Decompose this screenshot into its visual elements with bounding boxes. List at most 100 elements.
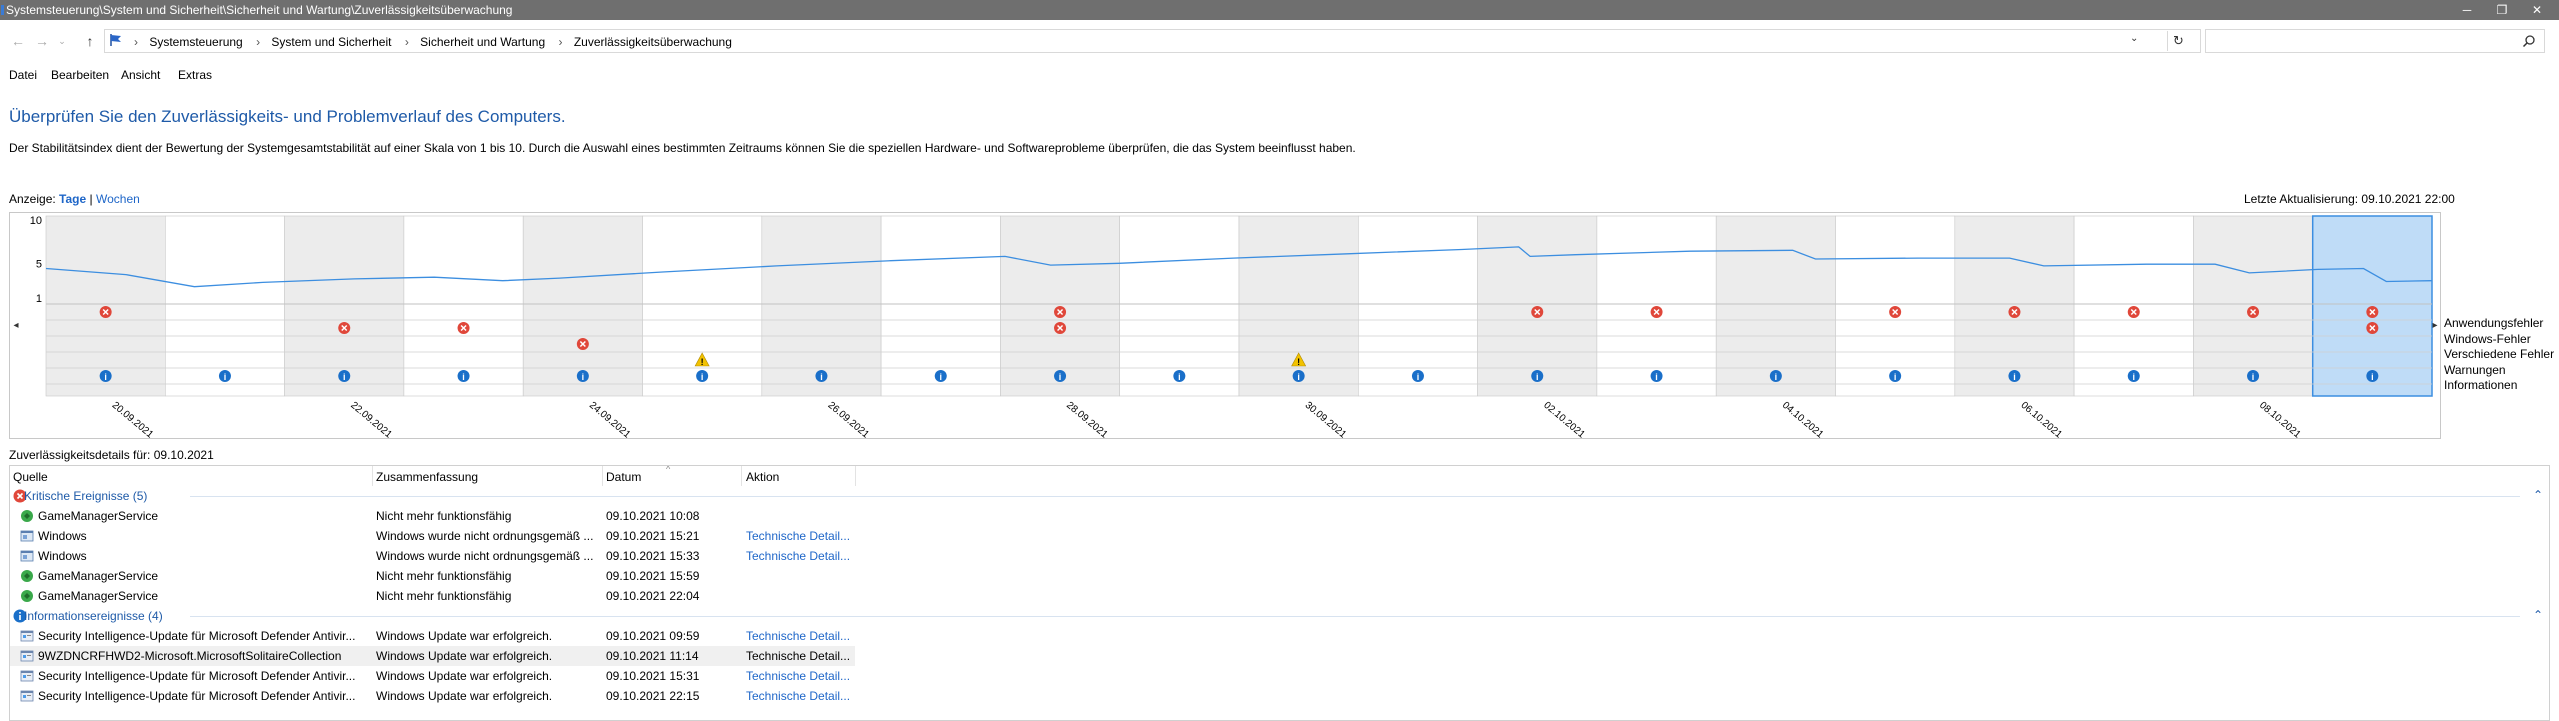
- menu-bar: Datei Bearbeiten Ansicht Extras: [0, 66, 2559, 86]
- view-weeks-link[interactable]: Wochen: [96, 192, 140, 206]
- column-header-aktion[interactable]: Aktion: [746, 470, 779, 484]
- legend-informationen: Informationen: [2444, 378, 2518, 392]
- recent-dropdown-icon[interactable]: ⌄: [52, 31, 72, 51]
- table-row[interactable]: Security Intelligence-Update für Microso…: [10, 666, 2549, 686]
- table-row[interactable]: Windows Windows wurde nicht ordnungsgemäß…: [10, 526, 2549, 546]
- chart-day-column[interactable]: [1238, 215, 1359, 397]
- event-group-label[interactable]: Kritische Ereignisse (5): [24, 489, 147, 503]
- cell-source: Security Intelligence-Update für Microso…: [38, 669, 356, 683]
- chart-day-column[interactable]: [165, 215, 285, 397]
- windows-icon: [20, 549, 34, 563]
- collapse-chevron-icon[interactable]: ⌃: [2533, 608, 2543, 622]
- address-dropdown-icon[interactable]: ⌄: [2130, 33, 2138, 44]
- cell-summary: Windows Update war erfolgreich.: [376, 649, 553, 663]
- info-mark: i: [1775, 372, 1778, 382]
- chart-day-column[interactable]: [403, 215, 524, 397]
- table-row[interactable]: Security Intelligence-Update für Microso…: [10, 686, 2549, 706]
- info-mark: i: [1417, 372, 1420, 382]
- table-header: Quelle Zusammenfassung ^ Datum Aktion: [10, 466, 2549, 486]
- technical-details-link[interactable]: Technische Detail...: [746, 649, 854, 663]
- cell-summary: Windows wurde nicht ordnungsgemäß ...: [376, 529, 594, 543]
- cell-source: 9WZDNCRFHWD2-Microsoft.MicrosoftSolitair…: [38, 649, 342, 663]
- update-icon: [20, 669, 34, 683]
- column-header-quelle[interactable]: Quelle: [13, 470, 48, 484]
- back-arrow-icon[interactable]: ←: [8, 31, 28, 51]
- cell-summary: Windows Update war erfolgreich.: [376, 669, 553, 683]
- breadcrumb-separator-icon[interactable]: ›: [405, 35, 409, 49]
- x-tick-label: 28.09.2021: [1064, 400, 1110, 441]
- gamemanager-icon: [20, 569, 34, 583]
- flag-icon: [110, 34, 121, 46]
- event-group-header[interactable]: Informationsereignisse (4) ⌃: [10, 606, 2549, 626]
- table-row[interactable]: Windows Windows wurde nicht ordnungsgemäß…: [10, 546, 2549, 566]
- breadcrumb-separator-icon[interactable]: ›: [256, 35, 260, 49]
- menu-bearbeiten[interactable]: Bearbeiten: [51, 68, 109, 82]
- technical-details-link[interactable]: Technische Detail...: [746, 529, 854, 543]
- close-button[interactable]: ✕: [2514, 0, 2559, 20]
- technical-details-link[interactable]: Technische Detail...: [746, 669, 854, 683]
- chart-day-column[interactable]: [522, 215, 643, 397]
- x-tick-label: 02.10.2021: [1541, 400, 1587, 441]
- table-row[interactable]: Security Intelligence-Update für Microso…: [10, 626, 2549, 646]
- cell-source: GameManagerService: [38, 509, 159, 523]
- breadcrumb-item-systemsteuerung[interactable]: Systemsteuerung: [149, 35, 242, 49]
- menu-ansicht[interactable]: Ansicht: [121, 68, 160, 82]
- breadcrumb-item-sicherheit-und-wartung[interactable]: Sicherheit und Wartung: [420, 35, 545, 49]
- cell-source: Security Intelligence-Update für Microso…: [38, 689, 356, 703]
- technical-details-link[interactable]: Technische Detail...: [746, 549, 854, 563]
- technical-details-link[interactable]: Technische Detail...: [746, 629, 854, 643]
- x-tick-label: 20.09.2021: [110, 400, 156, 441]
- x-tick-label: 22.09.2021: [348, 400, 394, 441]
- event-group-label[interactable]: Informationsereignisse (4): [24, 609, 163, 623]
- column-header-zusammenfassung[interactable]: Zusammenfassung: [376, 470, 478, 484]
- forward-arrow-icon[interactable]: →: [32, 31, 52, 51]
- menu-extras[interactable]: Extras: [178, 68, 212, 82]
- column-header-datum[interactable]: Datum: [606, 470, 641, 484]
- cell-source: GameManagerService: [38, 589, 159, 603]
- table-row[interactable]: GameManagerService Nicht mehr funktionsfä…: [10, 586, 2549, 606]
- x-tick-label: 24.09.2021: [587, 400, 633, 441]
- up-arrow-icon[interactable]: ↑: [80, 31, 100, 51]
- chart-day-column[interactable]: [642, 215, 763, 397]
- update-icon: [20, 649, 34, 663]
- column-divider[interactable]: [372, 466, 373, 486]
- breadcrumb: › Systemsteuerung › System und Sicherhei…: [128, 35, 736, 49]
- collapse-chevron-icon[interactable]: ⌃: [2533, 488, 2543, 502]
- scroll-right-icon[interactable]: ▸: [2432, 320, 2437, 331]
- chart-day-column[interactable]: [284, 215, 405, 397]
- view-separator: |: [89, 192, 93, 206]
- chart-day-column[interactable]: [880, 215, 1001, 397]
- view-days-link[interactable]: Tage: [59, 192, 86, 206]
- table-row[interactable]: GameManagerService Nicht mehr funktionsfä…: [10, 506, 2549, 526]
- menu-datei[interactable]: Datei: [9, 68, 37, 82]
- chart-day-column[interactable]: [1358, 215, 1478, 397]
- breadcrumb-item-system-und-sicherheit[interactable]: System und Sicherheit: [271, 35, 391, 49]
- update-icon: [20, 689, 34, 703]
- column-divider[interactable]: [741, 466, 742, 486]
- table-row[interactable]: GameManagerService Nicht mehr funktionsfä…: [10, 566, 2549, 586]
- technical-details-link[interactable]: Technische Detail...: [746, 689, 854, 703]
- search-icon[interactable]: [2522, 34, 2536, 48]
- breadcrumb-item-zuverlaessigkeit[interactable]: Zuverlässigkeitsüberwachung: [574, 35, 732, 49]
- event-group-header[interactable]: Kritische Ereignisse (5) ⌃: [10, 486, 2549, 506]
- title-bar: Systemsteuerung\System und Sicherheit\Si…: [0, 0, 2559, 20]
- column-divider[interactable]: [602, 466, 603, 486]
- breadcrumb-separator-icon[interactable]: ›: [558, 35, 562, 49]
- x-tick-label: 30.09.2021: [1303, 400, 1349, 441]
- scroll-left-icon[interactable]: ◂: [13, 320, 18, 331]
- chart-day-column[interactable]: [1715, 215, 1836, 397]
- sort-ascending-icon: ^: [666, 465, 671, 474]
- column-divider[interactable]: [855, 466, 856, 486]
- info-mark: i: [224, 372, 227, 382]
- legend-warnungen: Warnungen: [2444, 362, 2506, 377]
- cell-summary: Windows wurde nicht ordnungsgemäß ...: [376, 549, 594, 563]
- info-mark: i: [701, 372, 704, 382]
- reliability-chart[interactable]: 10 5 1! ! i i i i i i i i i i i i i i i i i i i i 20.09.2021 22.0…: [0, 212, 2444, 444]
- refresh-icon[interactable]: ↻: [2167, 31, 2189, 51]
- search-input[interactable]: [2205, 29, 2545, 53]
- chart-day-column[interactable]: [1119, 215, 1240, 397]
- window-title: Systemsteuerung\System und Sicherheit\Si…: [6, 3, 513, 17]
- table-row[interactable]: 9WZDNCRFHWD2-Microsoft.MicrosoftSolitair…: [10, 646, 2549, 666]
- chart-day-column[interactable]: [761, 215, 882, 397]
- details-table: Quelle Zusammenfassung ^ Datum Aktion Kr…: [9, 465, 2550, 721]
